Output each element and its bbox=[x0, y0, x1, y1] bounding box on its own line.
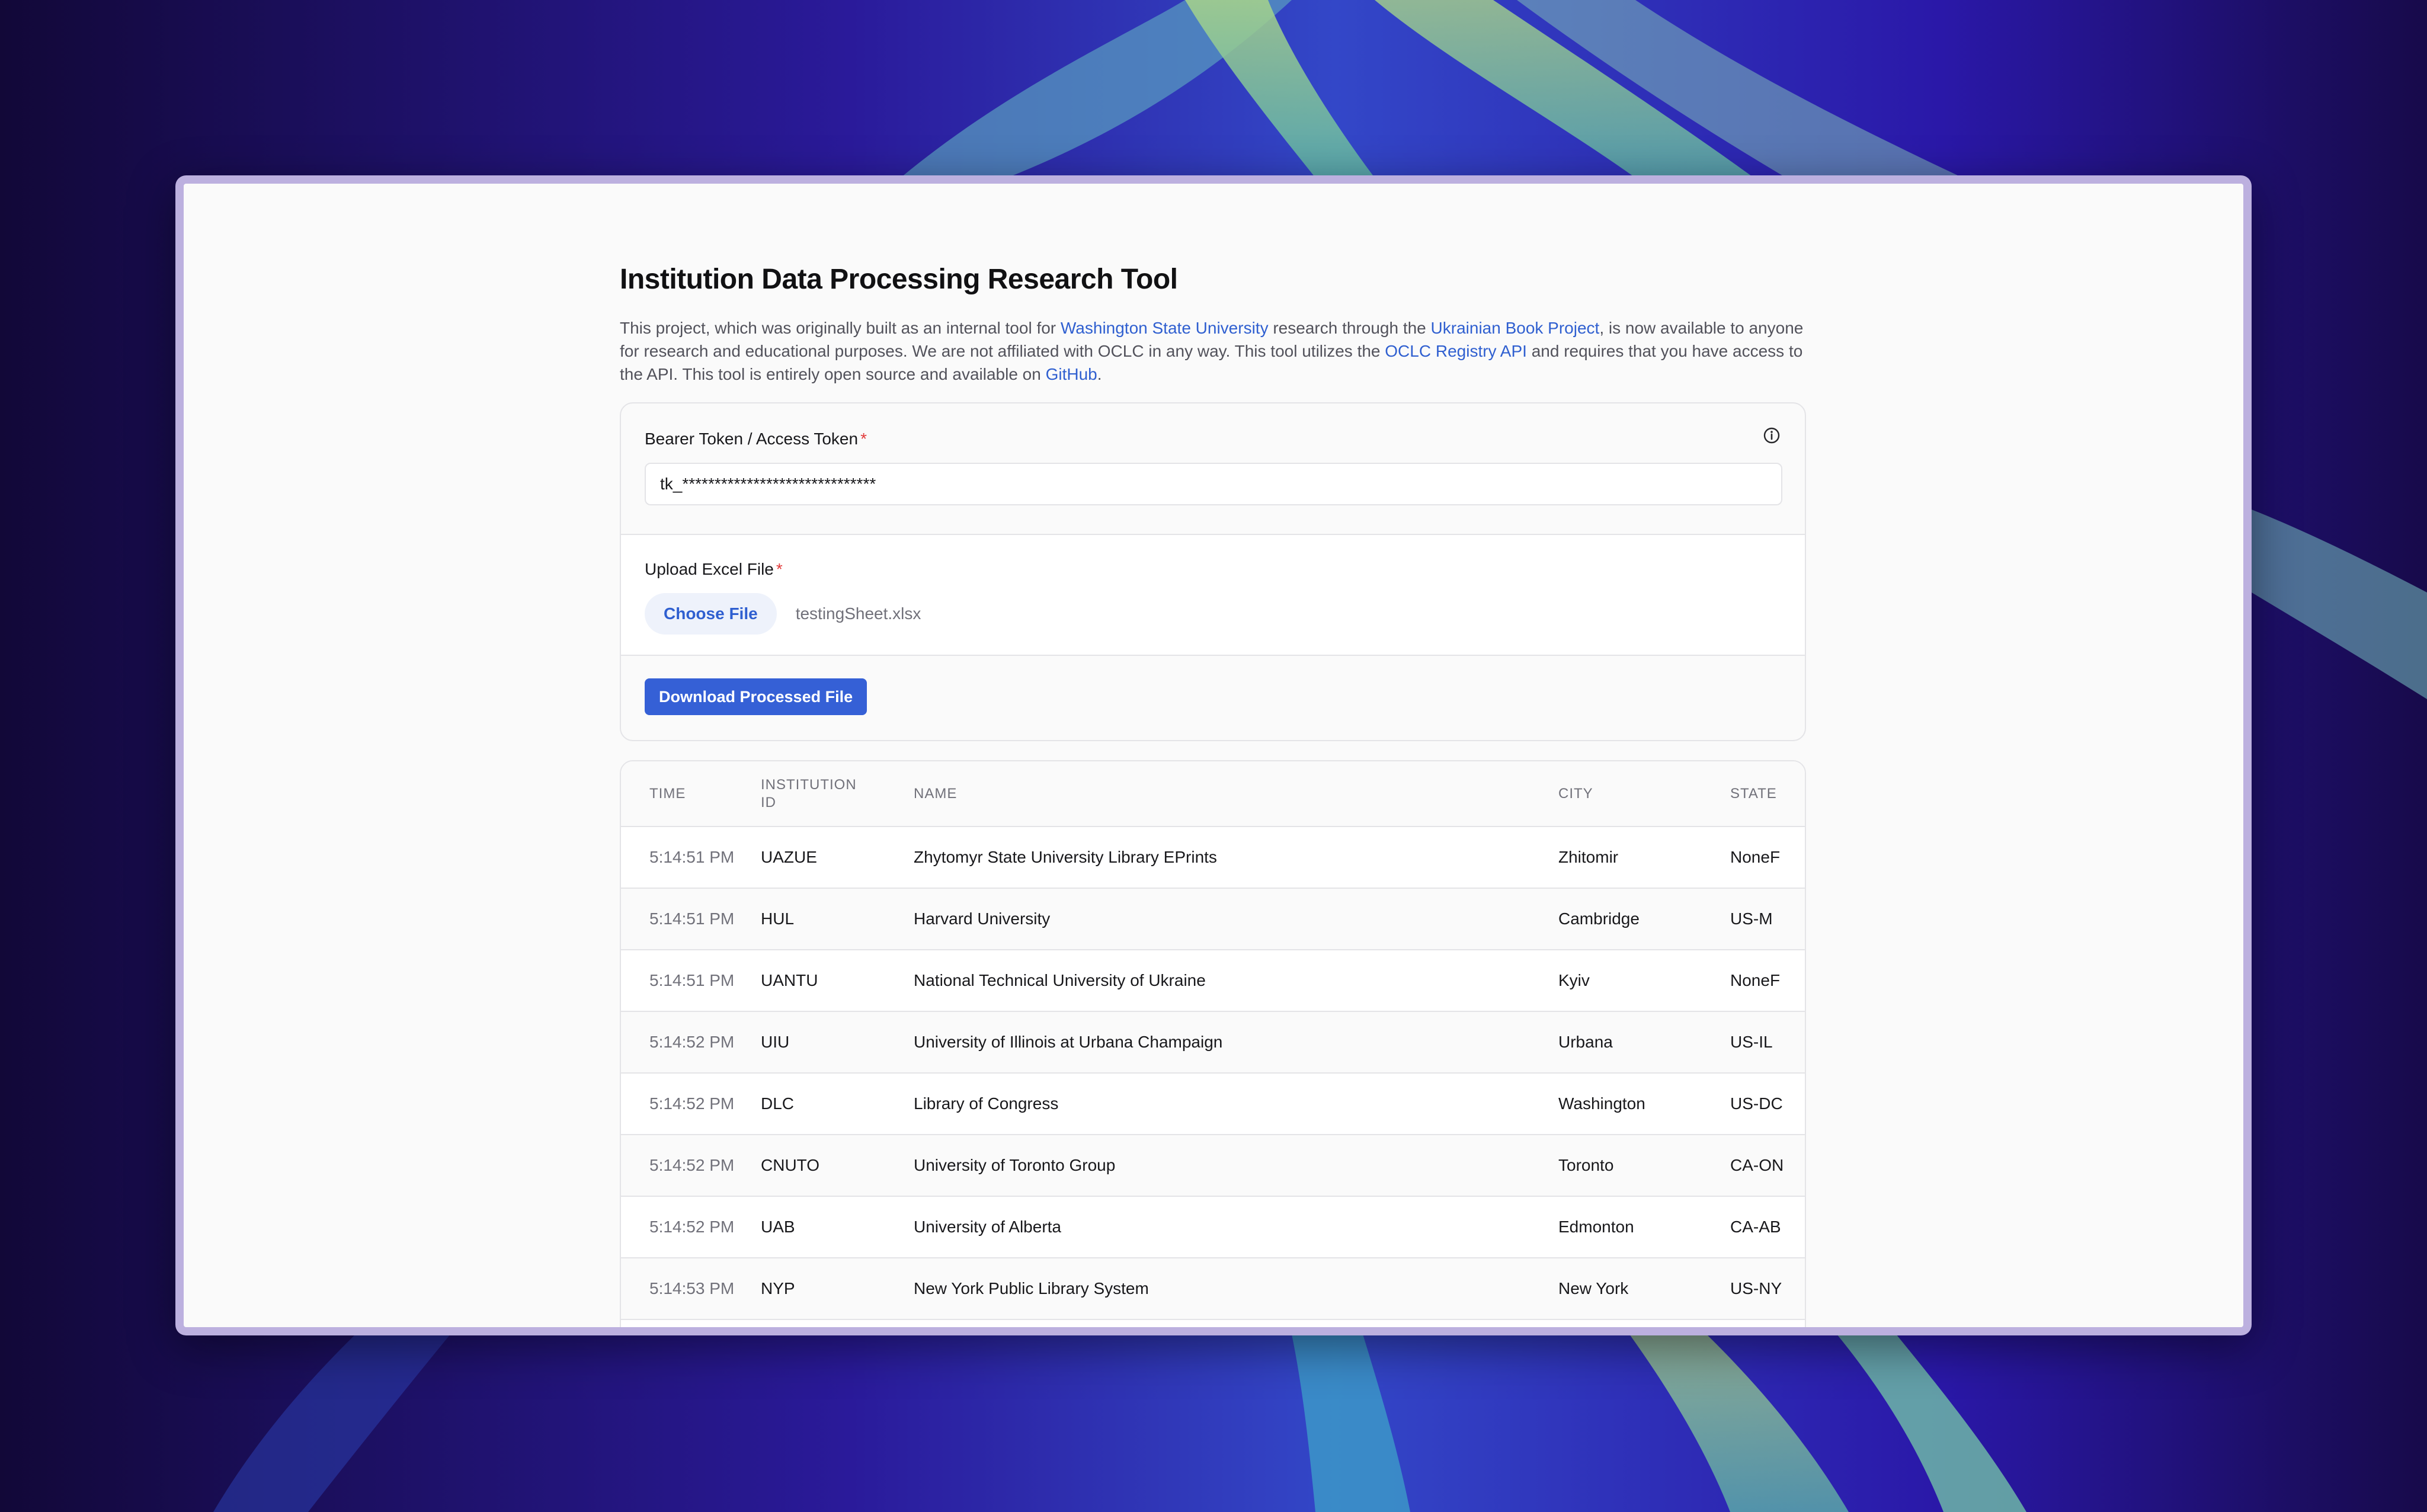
upload-label-text: Upload Excel File bbox=[645, 560, 774, 578]
oclc-registry-api-link[interactable]: OCLC Registry API bbox=[1385, 342, 1527, 360]
column-header-institution-id: INSTITUTION ID bbox=[761, 761, 914, 827]
cell-name: Library of Congress bbox=[914, 1073, 1558, 1135]
cell-name: Zhytomyr State University Library EPrint… bbox=[914, 827, 1558, 889]
cell-state: NoneF bbox=[1730, 827, 1805, 889]
upload-label: Upload Excel File * bbox=[645, 559, 1781, 580]
cell-institution-id: UANTU bbox=[761, 950, 914, 1012]
required-marker: * bbox=[860, 430, 867, 448]
cell-time: 5:14:51 PM bbox=[621, 888, 761, 950]
washington-state-link[interactable]: Washington State University bbox=[1061, 319, 1269, 337]
cell-institution-id: UIU bbox=[761, 1011, 914, 1074]
cell-time: 5:14:52 PM bbox=[621, 1011, 761, 1074]
column-header-state: STATE bbox=[1730, 761, 1805, 827]
cell-state: NoneF bbox=[1730, 950, 1805, 1012]
table-row: 5:14:51 PM UANTU National Technical Univ… bbox=[621, 950, 1805, 1012]
cell-name: University of Toronto Group bbox=[914, 1135, 1558, 1197]
intro-text: . bbox=[1097, 365, 1102, 383]
cell-name: Harvard University bbox=[914, 888, 1558, 950]
table-row: 5:14:52 PM UAB University of Alberta Edm… bbox=[621, 1196, 1805, 1258]
results-table-card: TIME INSTITUTION ID NAME CITY STATE 5:14… bbox=[620, 760, 1806, 1327]
intro-text: This project, which was originally built… bbox=[620, 319, 1061, 337]
intro-text: research through the bbox=[1268, 319, 1431, 337]
cell-time: 5:14:51 PM bbox=[621, 827, 761, 889]
required-marker: * bbox=[776, 560, 783, 578]
page-title: Institution Data Processing Research Too… bbox=[620, 264, 1178, 295]
column-header-time: TIME bbox=[621, 761, 761, 827]
cell-city: Kyiv bbox=[1558, 950, 1730, 1012]
cell-city: New York bbox=[1558, 1258, 1730, 1320]
cell-city: Washington bbox=[1558, 1073, 1730, 1135]
browser-window: Institution Data Processing Research Too… bbox=[175, 175, 2252, 1335]
table-row: 5:14:51 PM HUL Harvard University Cambri… bbox=[621, 888, 1805, 950]
cell-city: Urbana bbox=[1558, 1011, 1730, 1074]
table-row: 5:14:52 PM DLC Library of Congress Washi… bbox=[621, 1073, 1805, 1135]
action-section: Download Processed File bbox=[621, 655, 1805, 740]
cell-city: Cambridge bbox=[1558, 888, 1730, 950]
upload-section: Upload Excel File * Choose File testingSh… bbox=[621, 534, 1805, 655]
token-label-text: Bearer Token / Access Token bbox=[645, 430, 859, 448]
table-header-row: TIME INSTITUTION ID NAME CITY STATE bbox=[621, 761, 1805, 827]
cell-institution-id: HUL bbox=[761, 888, 914, 950]
cell-state: US-DC bbox=[1730, 1073, 1805, 1135]
column-header-institution-id-text: INSTITUTION ID bbox=[761, 776, 857, 811]
cell-time: 5:14:53 PM bbox=[621, 1258, 761, 1320]
column-header-city: CITY bbox=[1558, 761, 1730, 827]
cell-time: 5:14:52 PM bbox=[621, 1135, 761, 1197]
cell-name: New York Public Library System bbox=[914, 1258, 1558, 1320]
cell-time: 5:14:51 PM bbox=[621, 950, 761, 1012]
cell-time: 5:14:52 PM bbox=[621, 1196, 761, 1258]
cell-institution-id: NYP bbox=[761, 1258, 914, 1320]
cell-name: National Technical University of Ukraine bbox=[914, 950, 1558, 1012]
cell-city: Edmonton bbox=[1558, 1196, 1730, 1258]
info-icon[interactable] bbox=[1762, 426, 1781, 445]
cell-state: US-M bbox=[1730, 888, 1805, 950]
ukrainian-book-project-link[interactable]: Ukrainian Book Project bbox=[1431, 319, 1600, 337]
intro-paragraph: This project, which was originally built… bbox=[620, 316, 1805, 386]
download-processed-file-button[interactable]: Download Processed File bbox=[645, 678, 867, 715]
file-picker: Choose File testingSheet.xlsx bbox=[645, 593, 1781, 635]
choose-file-button[interactable]: Choose File bbox=[645, 593, 777, 635]
column-header-name: NAME bbox=[914, 761, 1558, 827]
cell-city: Toronto bbox=[1558, 1135, 1730, 1197]
main-content: Institution Data Processing Research Too… bbox=[620, 261, 1807, 1327]
cell-state: US-IL bbox=[1730, 1011, 1805, 1074]
token-input[interactable]: tk_****************************** bbox=[645, 463, 1782, 505]
table-row: 5:14:52 PM UIU University of Illinois at… bbox=[621, 1011, 1805, 1074]
cell-institution-id: CNUTO bbox=[761, 1135, 914, 1197]
cell-name: University of Illinois at Urbana Champai… bbox=[914, 1011, 1558, 1074]
cell-state: CA-ON bbox=[1730, 1135, 1805, 1197]
table-row: 5:14:51 PM UAZUE Zhytomyr State Universi… bbox=[621, 827, 1805, 889]
cell-time: 5:14:52 PM bbox=[621, 1073, 761, 1135]
form-card: Bearer Token / Access Token * tk_********… bbox=[620, 402, 1806, 741]
cell-institution-id: UAZUE bbox=[761, 827, 914, 889]
cell-institution-id: UAB bbox=[761, 1196, 914, 1258]
token-section: Bearer Token / Access Token * tk_********… bbox=[621, 403, 1805, 534]
table-row: 5:14:52 PM CNUTO University of Toronto G… bbox=[621, 1135, 1805, 1197]
cell-institution-id: DLC bbox=[761, 1073, 914, 1135]
results-table: TIME INSTITUTION ID NAME CITY STATE 5:14… bbox=[621, 761, 1805, 1320]
cell-state: US-NY bbox=[1730, 1258, 1805, 1320]
token-label: Bearer Token / Access Token * bbox=[645, 428, 1781, 450]
cell-state: CA-AB bbox=[1730, 1196, 1805, 1258]
selected-file-name: testingSheet.xlsx bbox=[795, 604, 921, 623]
cell-name: University of Alberta bbox=[914, 1196, 1558, 1258]
github-link[interactable]: GitHub bbox=[1046, 365, 1097, 383]
table-row: 5:14:53 PM NYP New York Public Library S… bbox=[621, 1258, 1805, 1320]
cell-city: Zhitomir bbox=[1558, 827, 1730, 889]
